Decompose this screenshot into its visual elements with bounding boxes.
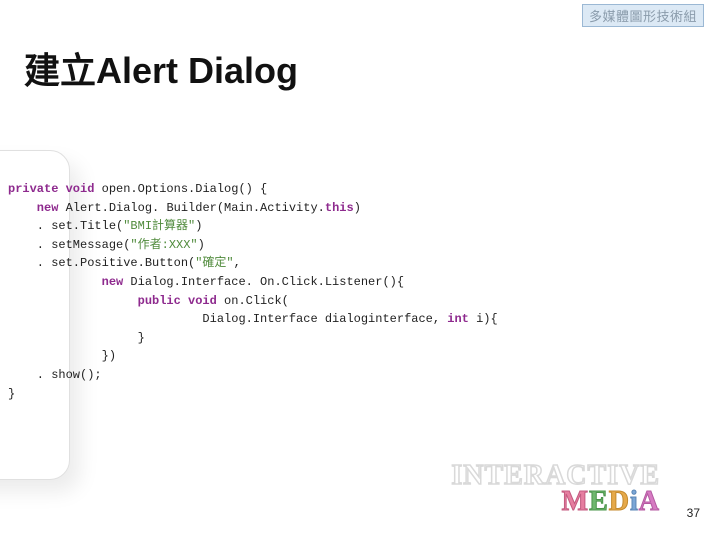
kw-private-void: private void — [8, 182, 94, 196]
kw-this: this — [325, 201, 354, 215]
kw-new: new — [8, 201, 58, 215]
string-literal: "BMI計算器" — [123, 219, 195, 233]
code-text: Alert.Dialog. Builder(Main.Activity. — [58, 201, 324, 215]
code-text: }) — [8, 349, 116, 363]
code-text: open.Options.Dialog() { — [94, 182, 267, 196]
code-text: on.Click( — [217, 294, 289, 308]
code-text: . set.Title( — [8, 219, 123, 233]
code-text: , — [234, 256, 241, 270]
code-text: Dialog.Interface dialoginterface, — [8, 312, 447, 326]
string-literal: "確定" — [195, 256, 233, 270]
corner-badge: 多媒體圖形技術組 — [582, 4, 704, 27]
page-number: 37 — [687, 506, 700, 520]
string-literal: "作者:XXX" — [130, 238, 197, 252]
kw-public-void: public void — [8, 294, 217, 308]
brand-line2: MEDiA — [451, 489, 660, 516]
brand-letter: A — [639, 486, 660, 517]
slide-title: 建立Alert Dialog — [24, 42, 298, 94]
code-text: } — [8, 331, 145, 345]
kw-new: new — [8, 275, 123, 289]
code-text: . setMessage( — [8, 238, 130, 252]
code-text: . set.Positive.Button( — [8, 256, 195, 270]
brand-letter: D — [609, 486, 630, 517]
footer-brand: INTERACTIVE MEDiA — [451, 463, 660, 516]
code-text: } — [8, 387, 15, 401]
brand-letter: M — [562, 486, 589, 517]
code-text: ) — [198, 238, 205, 252]
code-text: . show(); — [8, 368, 102, 382]
kw-int: int — [447, 312, 469, 326]
code-text: i){ — [469, 312, 498, 326]
brand-letter: E — [589, 486, 609, 517]
brand-letter: i — [630, 486, 639, 517]
code-text: Dialog.Interface. On.Click.Listener(){ — [123, 275, 404, 289]
code-text: ) — [354, 201, 361, 215]
brand-line1: INTERACTIVE — [451, 463, 660, 490]
code-block: private void open.Options.Dialog() { new… — [0, 180, 720, 403]
code-text: ) — [195, 219, 202, 233]
